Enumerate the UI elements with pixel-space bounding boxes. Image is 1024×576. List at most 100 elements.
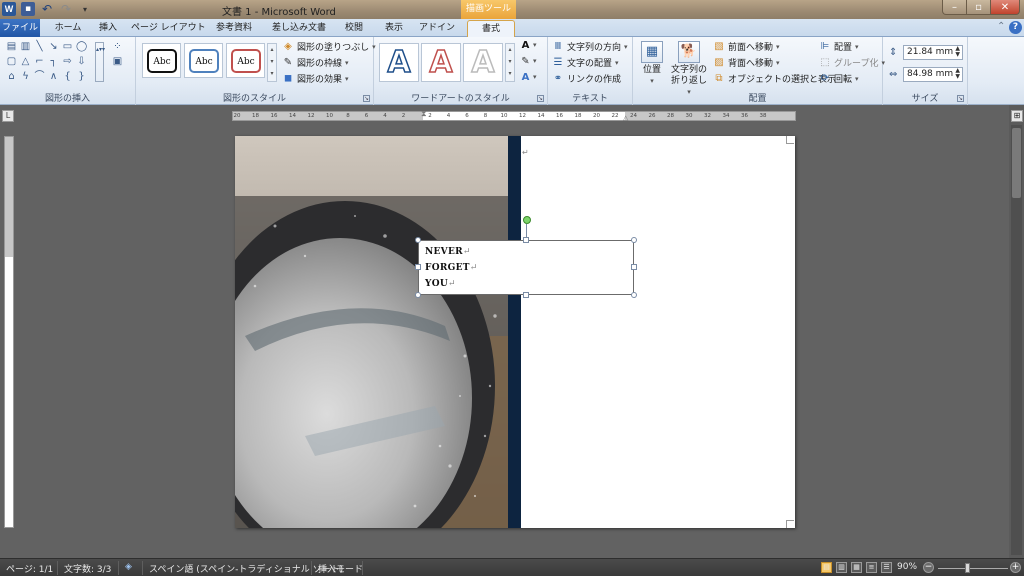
tab-home[interactable]: ホーム	[48, 20, 88, 37]
help-icon[interactable]: ?	[1009, 21, 1022, 34]
width-spinner[interactable]: ▲ ▼	[955, 68, 960, 80]
triangle-shape-icon[interactable]: △	[20, 57, 31, 67]
shape-style-gallery-scroll[interactable]: ▴ ▾ ▾	[267, 43, 277, 82]
language-indicator[interactable]: スペイン語 (スペイン-トラディショナル ソート)	[149, 562, 343, 575]
minimize-button[interactable]: –	[942, 0, 967, 15]
resize-handle-right[interactable]	[631, 264, 637, 270]
word-app-icon[interactable]: W	[2, 2, 16, 16]
create-link-button[interactable]: ⚭ リンクの作成	[552, 72, 621, 86]
oval-shape-icon[interactable]: ◯	[76, 42, 87, 52]
tab-addins[interactable]: アドイン	[417, 20, 457, 37]
wordart-style-red[interactable]: A	[421, 43, 461, 82]
maximize-button[interactable]: ▫	[966, 0, 991, 15]
tab-selector[interactable]: L	[2, 110, 14, 122]
position-button[interactable]: ▦ 位置 ▾	[639, 41, 665, 87]
right-arrow-shape-icon[interactable]: ⇨	[62, 57, 73, 67]
tab-references[interactable]: 参考資料	[211, 20, 257, 37]
resize-handle-top[interactable]	[523, 237, 529, 243]
resize-handle-top-left[interactable]	[415, 237, 421, 243]
tab-format[interactable]: 書式	[467, 20, 515, 37]
shape-style-red[interactable]: Abc	[226, 43, 265, 78]
zoom-slider-thumb[interactable]	[965, 563, 970, 573]
align-text-button[interactable]: ☰ 文字の配置 ▾	[552, 56, 619, 70]
horizontal-ruler[interactable]: 20 18 16 14 12 10 8 6 4 2 2 4 6 8 10 12 14 16 18 20 22 24 26 28…	[232, 109, 796, 122]
left-brace-shape-icon[interactable]: {	[62, 72, 73, 82]
vertical-textbox-shape-icon[interactable]: ▥	[20, 42, 31, 52]
bring-forward-button[interactable]: ▧ 前面へ移動 ▾	[713, 40, 779, 54]
proofing-icon[interactable]: ◈	[125, 562, 132, 572]
wordart-style-blue[interactable]: A	[379, 43, 419, 82]
shapes-gallery-scroll[interactable]: ▴▾▾	[95, 42, 105, 82]
zoom-level[interactable]: 90%	[897, 562, 917, 572]
rotation-handle[interactable]	[523, 216, 531, 224]
text-outline-icon[interactable]: ✎	[520, 57, 531, 67]
group-objects-button[interactable]: ⬚ グループ化 ▾	[819, 56, 885, 70]
dropdown-arrow-icon[interactable]: ▾	[533, 73, 537, 81]
outline-view-icon[interactable]: ≡	[866, 562, 877, 573]
textbox-shape-icon[interactable]: ▤	[6, 42, 17, 52]
document-page[interactable]: ↵ NEVER↵ FORGET↵ YOU↵	[235, 136, 795, 528]
zoom-out-button[interactable]: −	[923, 562, 934, 573]
word-count[interactable]: 文字数: 3/3	[64, 562, 111, 575]
vertical-ruler[interactable]	[4, 136, 14, 528]
textbox-line-3[interactable]: YOU↵	[425, 279, 456, 289]
shape-style-blue[interactable]: Abc	[184, 43, 223, 78]
right-brace-shape-icon[interactable]: }	[76, 72, 87, 82]
right-indent-marker-icon[interactable]: △	[623, 114, 628, 122]
wordart-gallery-scroll[interactable]: ▴ ▾ ▾	[505, 43, 515, 82]
textbox-line-2[interactable]: FORGET↵	[425, 263, 478, 273]
pentagon-shape-icon[interactable]: ⌂	[6, 72, 17, 82]
send-backward-button[interactable]: ▨ 背面へ移動 ▾	[713, 56, 779, 70]
resize-handle-top-right[interactable]	[631, 237, 637, 243]
save-icon[interactable]: ▪	[21, 2, 35, 16]
height-spinner[interactable]: ▲ ▼	[955, 46, 960, 58]
rectangle-shape-icon[interactable]: ▭	[62, 42, 73, 52]
vertical-scrollbar-thumb[interactable]	[1012, 128, 1021, 198]
minimize-ribbon-icon[interactable]: ⌃	[997, 21, 1005, 32]
tab-view[interactable]: 表示	[378, 20, 410, 37]
draw-textbox-icon[interactable]: ▣	[112, 57, 123, 67]
curve-shape-icon[interactable]: ⌒	[34, 72, 45, 82]
close-button[interactable]: ✕	[990, 0, 1020, 15]
shape-outline-button[interactable]: ✎ 図形の枠線 ▾	[282, 56, 349, 70]
freeform-shape-icon[interactable]: ∧	[48, 72, 59, 82]
tab-page-layout[interactable]: ページ レイアウト	[131, 20, 206, 37]
background-photo[interactable]	[235, 136, 510, 528]
web-layout-view-icon[interactable]: ▦	[851, 562, 862, 573]
elbow-connector-shape-icon[interactable]: ⌐	[34, 57, 45, 67]
resize-handle-bottom-left[interactable]	[415, 292, 421, 298]
redo-icon[interactable]: ↷	[59, 2, 73, 16]
text-fill-icon[interactable]: A	[520, 41, 531, 51]
line-shape-icon[interactable]: ╲	[34, 42, 45, 52]
customize-qat-icon[interactable]: ▾	[78, 2, 92, 16]
draft-view-icon[interactable]: ☰	[881, 562, 892, 573]
tab-mailings[interactable]: 差し込み文書	[268, 20, 330, 37]
zoom-in-button[interactable]: +	[1010, 562, 1021, 573]
selection-pane-button[interactable]: ⧉ オブジェクトの選択と表示	[713, 72, 836, 86]
align-button[interactable]: ⊫ 配置 ▾	[819, 40, 859, 54]
lightning-shape-icon[interactable]: ϟ	[20, 72, 31, 82]
wrap-text-button[interactable]: 🐕 文字列の 折り返し ▾	[669, 41, 709, 98]
textbox-line-1[interactable]: NEVER↵	[425, 247, 471, 257]
view-ruler-icon[interactable]: ⊞	[1011, 110, 1023, 122]
shape-style-black[interactable]: Abc	[142, 43, 181, 78]
full-screen-reading-view-icon[interactable]: ▥	[836, 562, 847, 573]
tab-file[interactable]: ファイル	[0, 19, 40, 37]
shape-height-input[interactable]: 21.84 mm ▲ ▼	[903, 45, 963, 60]
insert-mode-indicator[interactable]: 挿入モード	[318, 562, 363, 575]
wordart-style-gray[interactable]: A	[463, 43, 503, 82]
resize-handle-bottom[interactable]	[523, 292, 529, 298]
indent-marker-icon[interactable]: ⧗	[421, 109, 427, 119]
down-arrow-shape-icon[interactable]: ⇩	[76, 57, 87, 67]
tab-insert[interactable]: 挿入	[93, 20, 123, 37]
arrow-line-shape-icon[interactable]: ↘	[48, 42, 59, 52]
undo-icon[interactable]: ↶	[40, 2, 54, 16]
dropdown-arrow-icon[interactable]: ▾	[533, 41, 537, 49]
rounded-rect-shape-icon[interactable]: ▢	[6, 57, 17, 67]
resize-handle-bottom-right[interactable]	[631, 292, 637, 298]
text-direction-button[interactable]: Ⅲ 文字列の方向 ▾	[552, 40, 628, 54]
dropdown-arrow-icon[interactable]: ▾	[533, 57, 537, 65]
shape-effects-button[interactable]: ◼ 図形の効果 ▾	[282, 72, 349, 86]
print-layout-view-icon[interactable]: ▤	[821, 562, 832, 573]
resize-handle-left[interactable]	[415, 264, 421, 270]
